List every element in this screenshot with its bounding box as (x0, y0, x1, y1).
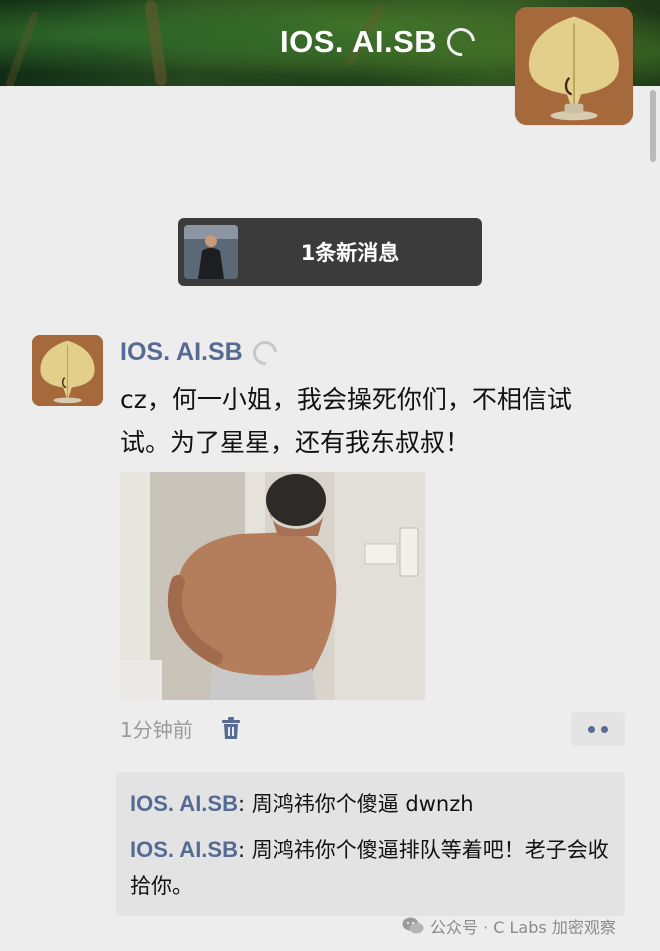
bodhi-leaf-icon (515, 7, 633, 125)
comment-text: 周鸿祎你个傻逼 dwnzh (251, 792, 474, 816)
comment-item[interactable]: IOS. AI.SB: 周鸿祎你个傻逼 dwnzh (130, 786, 615, 822)
new-message-button[interactable]: 1条新消息 (178, 218, 482, 286)
post-author-name[interactable]: IOS. AI.SB (120, 335, 282, 370)
post-photo[interactable] (120, 472, 425, 700)
dot-icon (588, 725, 595, 733)
new-message-avatar (184, 225, 238, 279)
post-author-label: IOS. AI.SB (120, 338, 243, 366)
comment-separator: : (237, 792, 252, 816)
trash-icon[interactable] (220, 716, 242, 740)
watermark-label: 公众号 · C Labs 加密观察 (430, 918, 616, 937)
cover-username[interactable]: IOS. AI.SB (280, 22, 481, 62)
dot-icon (601, 725, 608, 733)
watermark: 公众号 · C Labs 加密观察 (402, 914, 616, 938)
loading-ring-icon (441, 22, 481, 62)
new-message-label: 1条新消息 (300, 241, 400, 265)
post-text: cz，何一小姐，我会操死你们，不相信试试。为了星星，还有我东叔叔！ (120, 385, 572, 457)
comment-item[interactable]: IOS. AI.SB: 周鸿祎你个傻逼排队等着吧！老子会收拾你。 (130, 832, 615, 904)
cover-avatar[interactable] (515, 7, 633, 125)
post-timestamp: 1分钟前 (120, 718, 193, 742)
scrollbar[interactable] (650, 90, 656, 162)
more-dots-button[interactable] (571, 712, 625, 746)
bodhi-leaf-icon (32, 335, 103, 406)
cover-username-label: IOS. AI.SB (280, 24, 438, 59)
comment-author[interactable]: IOS. AI.SB (130, 791, 238, 816)
loading-ring-icon (247, 335, 282, 370)
comments-panel: IOS. AI.SB: 周鸿祎你个傻逼 dwnzh IOS. AI.SB: 周鸿… (116, 772, 625, 916)
comment-author[interactable]: IOS. AI.SB (130, 837, 238, 862)
comment-separator: : (237, 838, 252, 862)
post-author-avatar[interactable] (32, 335, 103, 406)
wechat-icon (402, 917, 424, 934)
